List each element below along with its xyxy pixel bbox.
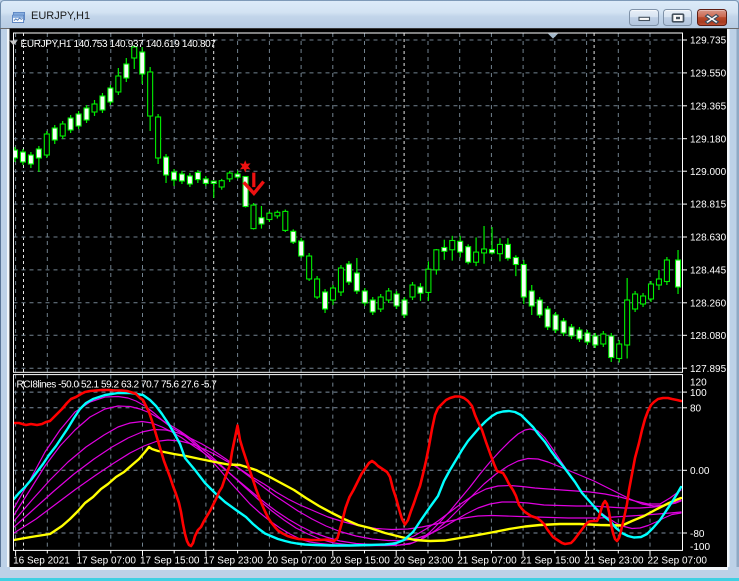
svg-text:20 Sep 23:00: 20 Sep 23:00 [394,556,454,567]
svg-text:100: 100 [690,388,707,399]
svg-text:17 Sep 15:00: 17 Sep 15:00 [140,556,200,567]
svg-text:129.735: 129.735 [690,36,727,47]
svg-text:129.180: 129.180 [690,134,727,145]
svg-text:21 Sep 23:00: 21 Sep 23:00 [584,556,644,567]
svg-text:128.260: 128.260 [690,298,727,309]
svg-text:128.815: 128.815 [690,200,727,211]
svg-text:80: 80 [690,404,702,415]
svg-text:-100: -100 [690,542,710,553]
svg-text:129.365: 129.365 [690,101,727,112]
svg-text:-80: -80 [690,529,705,540]
svg-text:22 Sep 07:00: 22 Sep 07:00 [648,556,708,567]
svg-text:17 Sep 07:00: 17 Sep 07:00 [77,556,137,567]
svg-text:21 Sep 15:00: 21 Sep 15:00 [521,556,581,567]
svg-text:0.00: 0.00 [690,466,710,477]
svg-text:129.550: 129.550 [690,69,727,80]
svg-text:127.895: 127.895 [690,364,727,375]
svg-text:21 Sep 07:00: 21 Sep 07:00 [457,556,517,567]
svg-text:16 Sep 2021: 16 Sep 2021 [13,556,70,567]
svg-text:20 Sep 07:00: 20 Sep 07:00 [267,556,327,567]
svg-text:20 Sep 15:00: 20 Sep 15:00 [330,556,390,567]
svg-text:RCI8lines -50.0 52.1 59.2 63.2: RCI8lines -50.0 52.1 59.2 63.2 70.7 75.6… [17,380,218,391]
svg-text:129.000: 129.000 [690,167,727,178]
svg-text:EURJPY,H1 140.753 140.937 140.: EURJPY,H1 140.753 140.937 140.619 140.80… [21,39,217,50]
svg-text:128.630: 128.630 [690,233,727,244]
svg-text:128.080: 128.080 [690,331,727,342]
svg-text:128.445: 128.445 [690,266,727,277]
svg-text:120: 120 [690,377,707,388]
svg-text:17 Sep 23:00: 17 Sep 23:00 [203,556,263,567]
